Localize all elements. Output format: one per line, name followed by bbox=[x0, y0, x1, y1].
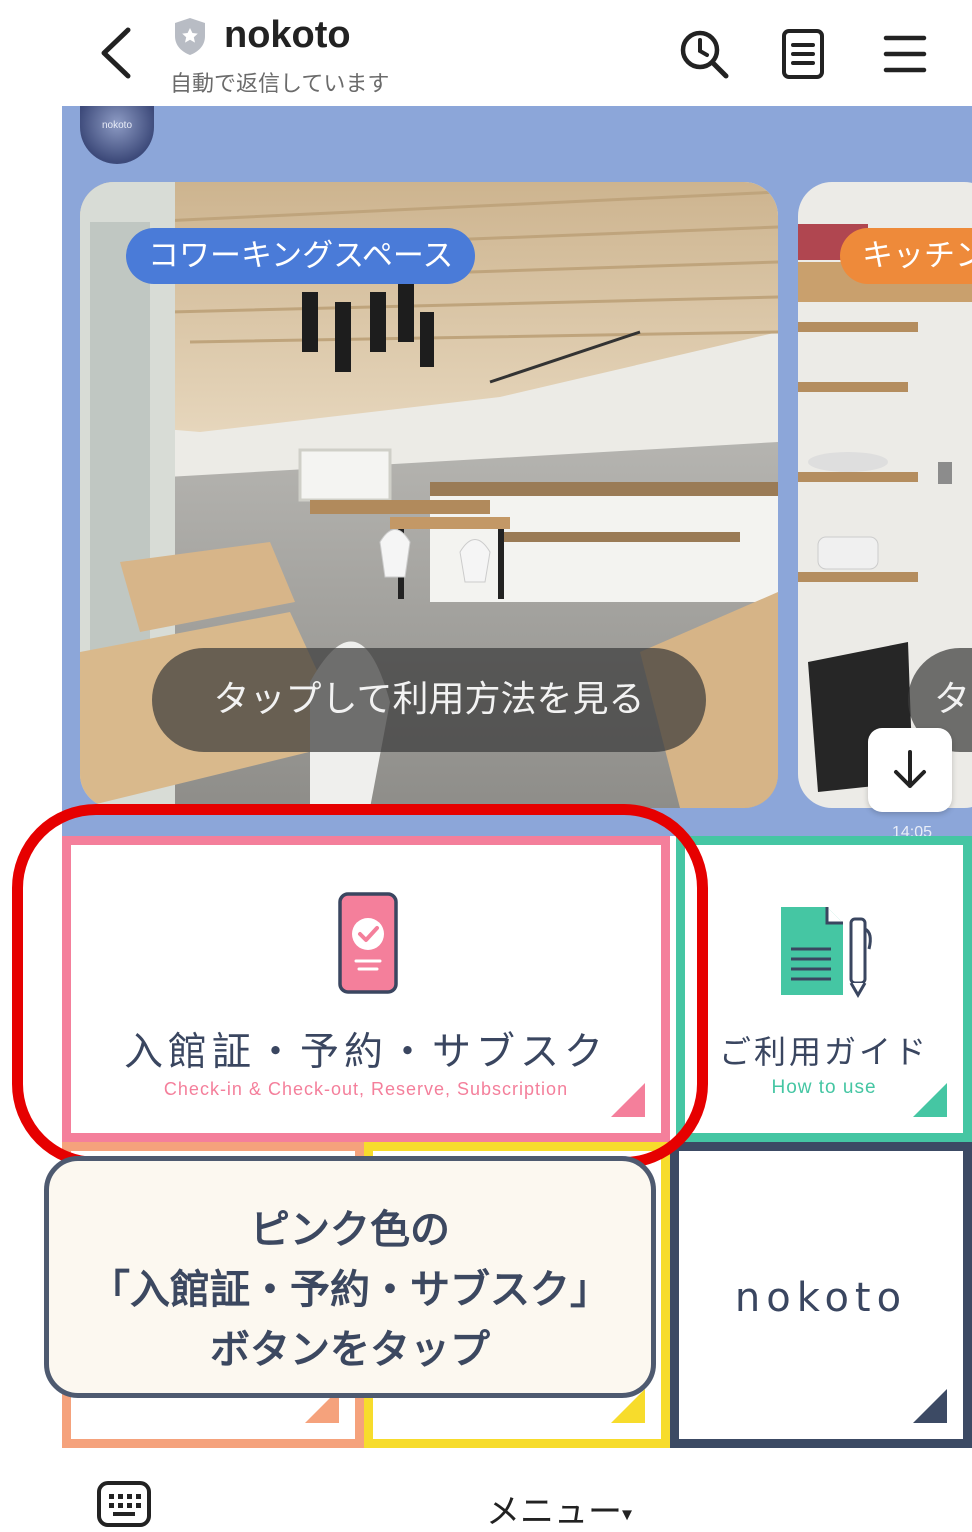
user-guide-button[interactable]: ご利用ガイド How to use bbox=[676, 836, 972, 1142]
scroll-to-bottom-button[interactable] bbox=[868, 728, 952, 812]
shield-badge-icon bbox=[175, 18, 205, 55]
corner-triangle-icon bbox=[913, 1389, 947, 1423]
caret-down-icon: ▾ bbox=[622, 1501, 633, 1526]
corner-triangle-icon bbox=[611, 1083, 645, 1117]
pink-tile-subtitle: Check-in & Check-out, Reserve, Subscript… bbox=[163, 1079, 569, 1099]
green-tile-title: ご利用ガイド bbox=[718, 1033, 929, 1071]
arrow-down-icon bbox=[894, 750, 926, 788]
chat-area[interactable]: nokoto コワーキングスペース タップして利用方法を見る キッチン タ 14… bbox=[62, 106, 972, 840]
callout-line-3: ボタンをタップ bbox=[210, 1327, 490, 1373]
pink-tile-title: 入館証・予約・サブスク bbox=[123, 1030, 608, 1075]
search-icon[interactable] bbox=[676, 26, 732, 82]
category-tag-coworking: コワーキングスペース bbox=[126, 228, 476, 284]
carousel-card-kitchen[interactable]: キッチン タ bbox=[798, 182, 972, 808]
auto-reply-status: 自動で返信しています bbox=[170, 72, 390, 97]
avatar-text: nokoto bbox=[101, 120, 133, 131]
chat-header: nokoto 自動で返信しています bbox=[0, 0, 972, 106]
account-avatar[interactable]: nokoto bbox=[80, 106, 154, 164]
corner-triangle-icon bbox=[913, 1083, 947, 1117]
carousel-card-coworking[interactable]: コワーキングスペース タップして利用方法を見る bbox=[80, 182, 778, 808]
document-pen-icon bbox=[781, 907, 872, 998]
account-name: nokoto bbox=[224, 14, 351, 56]
notes-icon[interactable] bbox=[776, 26, 832, 82]
back-chevron-icon[interactable] bbox=[92, 24, 140, 82]
smartphone-check-icon bbox=[338, 892, 398, 994]
bottom-bar: メニュー▾ bbox=[0, 1448, 972, 1532]
callout-line-1: ピンク色の bbox=[250, 1207, 450, 1253]
nokoto-home-button[interactable]: nokoto bbox=[670, 1142, 972, 1448]
hamburger-menu-icon[interactable] bbox=[878, 26, 934, 82]
menu-label-text: メニュー bbox=[486, 1492, 622, 1532]
callout-line-2: 「入館証・予約・サブスク」 bbox=[90, 1267, 610, 1313]
nokoto-logo: nokoto bbox=[734, 1275, 908, 1321]
instruction-callout: ピンク色の 「入館証・予約・サブスク」 ボタンをタップ bbox=[44, 1156, 656, 1398]
category-tag-kitchen: キッチン bbox=[840, 228, 972, 284]
view-usage-button[interactable]: タップして利用方法を見る bbox=[152, 648, 706, 752]
menu-toggle[interactable]: メニュー▾ bbox=[486, 1484, 632, 1532]
checkin-reserve-subscription-button[interactable]: 入館証・予約・サブスク Check-in & Check-out, Reserv… bbox=[62, 836, 670, 1142]
keyboard-icon[interactable] bbox=[96, 1480, 152, 1528]
